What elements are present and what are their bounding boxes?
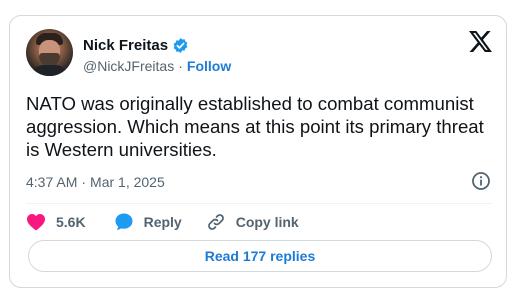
tweet-date[interactable]: Mar 1, 2025 <box>90 174 165 190</box>
like-count: 5.6K <box>56 214 86 230</box>
speech-bubble-icon <box>114 212 134 232</box>
reply-button[interactable]: Reply <box>114 212 182 232</box>
tweet-time[interactable]: 4:37 AM <box>26 174 77 190</box>
verified-badge-icon <box>172 37 189 54</box>
x-logo-icon[interactable] <box>469 31 492 52</box>
author-display-name[interactable]: Nick Freitas <box>83 37 168 54</box>
handle-separator: · <box>178 58 183 74</box>
info-icon[interactable] <box>471 171 491 191</box>
tweet-timestamp[interactable]: 4:37 AM · Mar 1, 2025 <box>26 173 165 191</box>
author-avatar[interactable] <box>26 29 73 76</box>
author-name-row: Nick Freitas <box>83 35 189 55</box>
tweet-card: Nick Freitas @NickJFreitas · Follow NATO… <box>9 15 507 288</box>
heart-icon <box>26 213 46 231</box>
divider <box>26 203 492 204</box>
author-handle[interactable]: @NickJFreitas <box>83 58 174 74</box>
follow-button[interactable]: Follow <box>187 58 231 74</box>
author-handle-row: @NickJFreitas · Follow <box>83 57 231 75</box>
tweet-actions: 5.6K Reply Copy link <box>26 210 299 234</box>
timestamp-separator: · <box>81 174 87 190</box>
copy-link-label: Copy link <box>235 214 299 230</box>
tweet-text: NATO was originally established to comba… <box>26 93 484 160</box>
read-replies-button[interactable]: Read 177 replies <box>28 240 492 272</box>
like-button[interactable]: 5.6K <box>26 213 86 231</box>
copy-link-button[interactable]: Copy link <box>206 212 299 232</box>
link-icon <box>206 212 226 232</box>
reply-label: Reply <box>143 214 182 230</box>
